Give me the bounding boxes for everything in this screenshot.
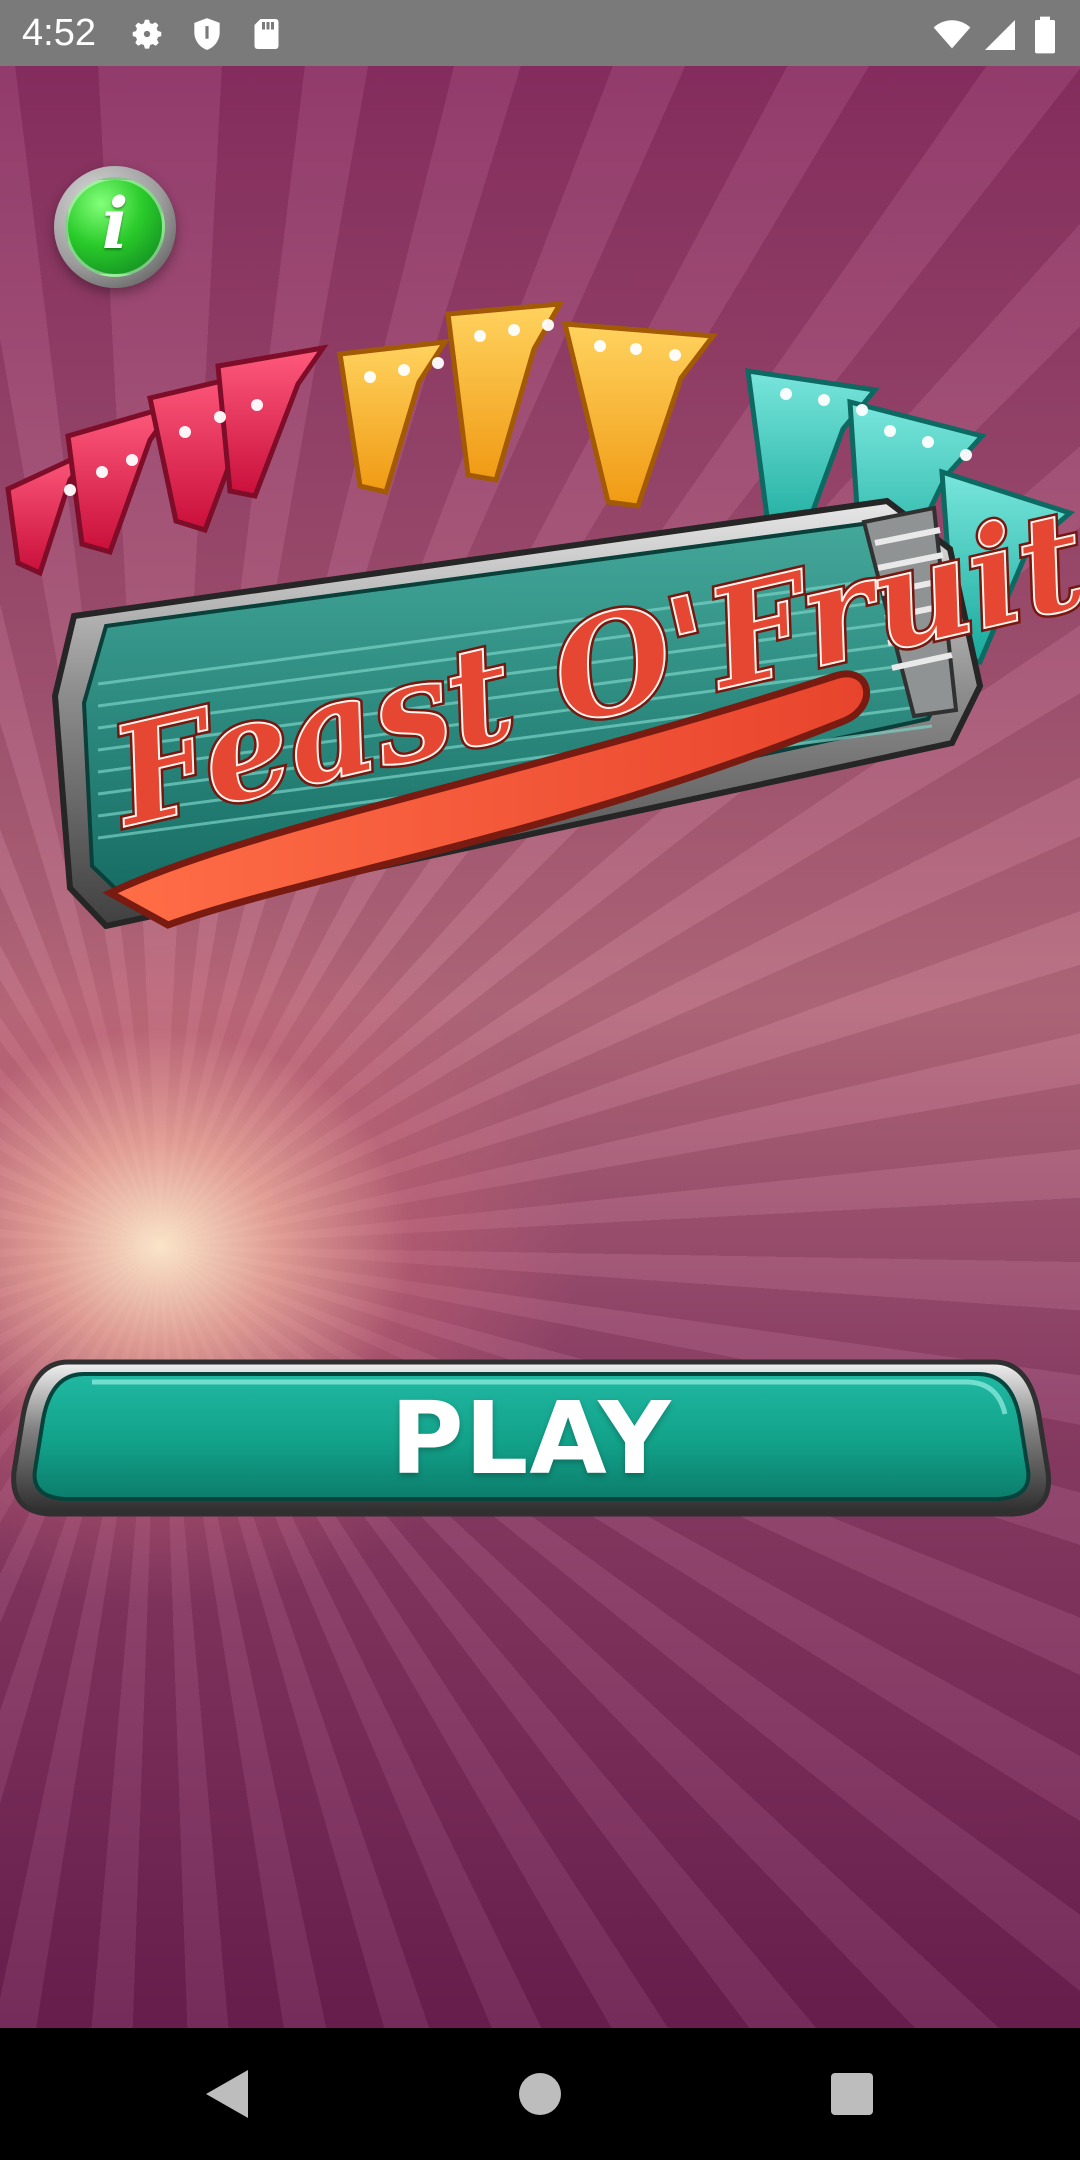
wifi-icon <box>933 20 971 49</box>
settings-gear-icon <box>132 19 162 49</box>
status-time: 4:52 <box>22 12 96 54</box>
signal-icon <box>985 20 1015 50</box>
game-background: i Feast O'Fruit Feast O'Fruit PLAY <box>0 66 1080 2028</box>
recents-button[interactable] <box>804 2052 900 2136</box>
yellow-sevens <box>337 301 718 509</box>
status-bar: 4:52 <box>0 0 1080 66</box>
play-button-label: PLAY <box>390 1379 672 1497</box>
sd-card-icon <box>254 19 279 49</box>
red-sevens <box>5 344 329 577</box>
play-button[interactable]: PLAY <box>8 1352 1054 1524</box>
battery-icon <box>1035 16 1055 54</box>
shield-icon <box>194 18 220 50</box>
info-icon: i <box>65 177 165 277</box>
game-start-screen: 4:52 i Feast O'Fruit Feast O'Fruit PLAY <box>0 0 1080 2160</box>
logo-artwork: Feast O'Fruit Feast O'Fruit <box>5 301 1080 930</box>
navigation-bar <box>0 2028 1080 2160</box>
game-logo: Feast O'Fruit Feast O'Fruit <box>0 266 1080 966</box>
home-button[interactable] <box>492 2052 588 2136</box>
info-glyph: i <box>101 182 129 265</box>
back-button[interactable] <box>180 2052 276 2136</box>
